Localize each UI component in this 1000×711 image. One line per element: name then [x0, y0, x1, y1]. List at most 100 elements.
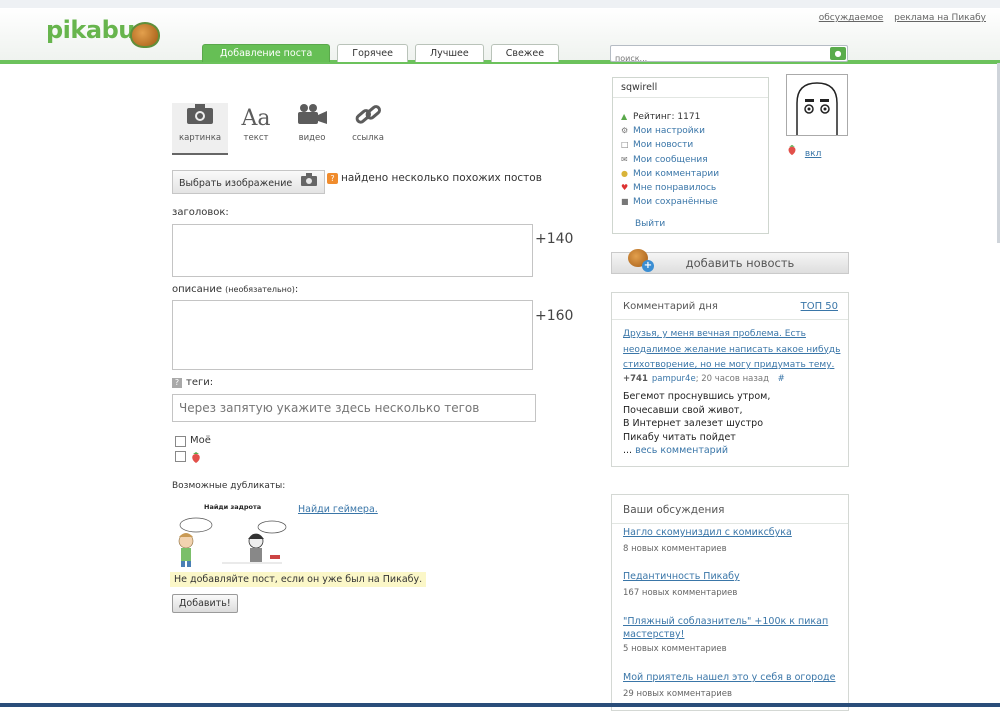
type-tab-label: видео — [298, 133, 326, 143]
username[interactable]: sqwirell — [621, 82, 657, 93]
logo-pot-icon[interactable] — [130, 22, 160, 48]
type-tab-label: ссылка — [352, 133, 384, 143]
tab-hot[interactable]: Горячее — [337, 44, 408, 62]
tags-input[interactable] — [172, 394, 536, 422]
discussion-link[interactable]: Педантичность Пикабу — [623, 571, 740, 582]
main-tabs: Добавление поста Горячее Лучшее Свежее — [202, 44, 560, 62]
settings-icon: ⚙ — [621, 126, 629, 136]
mine-checkbox[interactable] — [175, 436, 186, 447]
post-type-tabs: картинка Aa текст видео ссылка — [172, 103, 396, 155]
tags-label-text: теги: — [186, 377, 214, 388]
save-icon: ■ — [621, 197, 629, 207]
type-tab-text[interactable]: Aa текст — [228, 103, 284, 153]
search-icon: ● — [834, 49, 842, 58]
type-tab-video[interactable]: видео — [284, 103, 340, 153]
choose-image-button[interactable]: Выбрать изображение — [172, 170, 326, 194]
link-icon — [340, 103, 396, 133]
comment-author[interactable]: pampur4e — [652, 374, 696, 384]
os-taskbar — [0, 703, 1000, 707]
title-label: заголовок: — [172, 207, 229, 218]
title-counter: +140 — [535, 231, 574, 247]
comment-time: ; 20 часов назад — [695, 374, 769, 384]
logout-link[interactable]: Выйти — [635, 219, 665, 229]
poem-line: В Интернет залезет шустро — [623, 418, 764, 429]
user-menu-saved[interactable]: Мои сохранённые — [633, 197, 718, 207]
user-menu-messages[interactable]: Мои сообщения — [633, 155, 708, 165]
title-field[interactable] — [172, 224, 533, 277]
strawberry-toggle[interactable]: вкл — [786, 144, 821, 159]
discussion-count: 167 новых комментариев — [623, 588, 738, 598]
user-menu-label: Рейтинг: 1171 — [633, 112, 701, 122]
top-link-advertising[interactable]: реклама на Пикабу — [894, 13, 986, 23]
site-logo[interactable]: pikabu — [46, 16, 135, 44]
discussion-count: 5 новых комментариев — [623, 644, 727, 654]
user-menu-news[interactable]: Мои новости — [633, 140, 693, 150]
full-comment-link[interactable]: весь комментарий — [635, 445, 728, 456]
video-camera-icon — [284, 103, 340, 133]
heart-icon: ♥ — [621, 183, 629, 193]
discussion-link[interactable]: Нагло скомуниздил с комиксбука — [623, 527, 792, 538]
type-tab-label: текст — [243, 133, 269, 143]
duplicate-link[interactable]: Найди геймера. — [298, 504, 378, 515]
duplicate-thumbnail[interactable]: Найди задрота — [172, 503, 290, 569]
strawberry-icon — [786, 144, 798, 159]
poem-line: Пикабу читать пойдет — [623, 431, 736, 443]
strawberry-checkbox[interactable] — [175, 451, 186, 462]
discussion-link[interactable]: "Пляжный соблазнитель" +100к к пикап мас… — [623, 615, 833, 641]
search-box: ● — [610, 45, 848, 66]
tab-new[interactable]: Свежее — [490, 44, 560, 62]
similar-posts-notice: ? найдено несколько похожих постов — [327, 172, 542, 184]
discussions-box: Ваши обсуждения Нагло скомуниздил с коми… — [611, 494, 849, 711]
search-button[interactable]: ● — [830, 47, 846, 60]
description-label: описание (необязательно): — [172, 284, 298, 295]
tags-label: ? теги: — [172, 377, 213, 388]
more-prefix: ... — [623, 445, 633, 456]
divider — [612, 523, 848, 524]
submit-button[interactable]: Добавить! — [172, 594, 238, 613]
similar-posts-text[interactable]: найдено несколько похожих постов — [341, 172, 542, 184]
user-panel: sqwirell ▲ Рейтинг: 1171 ⚙ Мои настройки □… — [612, 77, 769, 234]
mine-checkbox-label: Моё — [190, 435, 211, 446]
comment-of-day-title: Комментарий дня — [623, 301, 718, 312]
camera-icon — [300, 171, 318, 193]
user-menu: ▲ Рейтинг: 1171 ⚙ Мои настройки □ Мои новос… — [621, 110, 719, 209]
search-input[interactable] — [611, 51, 829, 66]
description-colon: : — [294, 284, 299, 295]
description-label-text: описание — [172, 284, 222, 295]
comment-icon: ● — [621, 168, 628, 178]
divider — [613, 97, 768, 98]
user-menu-settings[interactable]: Мои настройки — [633, 126, 705, 136]
tab-best[interactable]: Лучшее — [414, 44, 484, 62]
discussions-title: Ваши обсуждения — [623, 504, 725, 516]
top-link-discussed[interactable]: обсуждаемое — [819, 13, 884, 23]
discussion-count: 29 новых комментариев — [623, 689, 732, 699]
avatar[interactable] — [786, 74, 848, 136]
user-menu-comments[interactable]: Мои комментарии — [633, 169, 719, 179]
news-icon: □ — [621, 140, 629, 150]
discussion-count: 8 новых комментариев — [623, 544, 727, 554]
poem-line: Бегемот проснувшись утром, — [623, 391, 771, 402]
comment-of-day-box: Комментарий дня ТОП 50 Друзья, у меня ве… — [611, 292, 849, 467]
description-field[interactable] — [172, 300, 533, 370]
type-tab-label: картинка — [178, 133, 222, 143]
discussion-link[interactable]: Мой приятель нашел это у себя в огороде — [623, 672, 835, 683]
strawberry-toggle-link[interactable]: вкл — [805, 149, 822, 159]
add-news-button[interactable]: + добавить новость — [611, 249, 849, 274]
text-icon: Aa — [241, 106, 271, 131]
top50-link[interactable]: ТОП 50 — [801, 301, 838, 312]
user-menu-liked[interactable]: Мне понравилось — [633, 183, 716, 193]
help-icon[interactable]: ? — [172, 378, 182, 388]
comment-of-day-text[interactable]: Друзья, у меня вечная проблема. Есть нео… — [623, 327, 841, 374]
duplicate-warning: Не добавляйте пост, если он уже был на П… — [170, 572, 427, 587]
strawberry-icon — [190, 449, 202, 468]
type-tab-link[interactable]: ссылка — [340, 103, 396, 153]
question-icon: ? — [327, 173, 338, 184]
type-tab-image[interactable]: картинка — [172, 103, 228, 155]
plus-icon: + — [642, 260, 654, 272]
comment-anchor[interactable]: # — [778, 374, 785, 384]
description-optional: (необязательно) — [225, 285, 295, 294]
top-links: обсуждаемое реклама на Пикабу — [811, 13, 986, 23]
tab-add-post[interactable]: Добавление поста — [202, 44, 331, 62]
camera-icon — [172, 103, 228, 133]
comment-poem: Бегемот проснувшись утром, Почесавши сво… — [623, 390, 770, 458]
